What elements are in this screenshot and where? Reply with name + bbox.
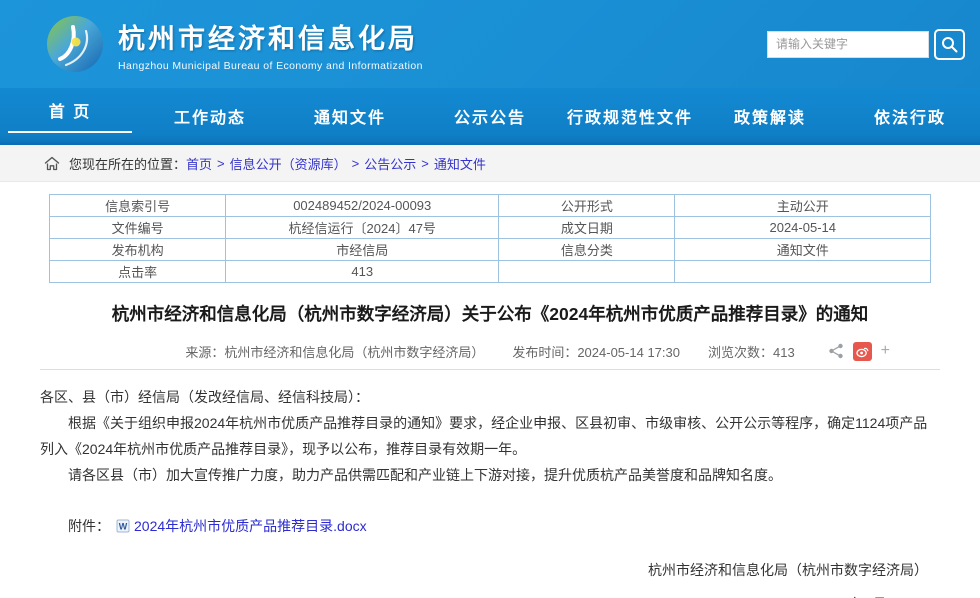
breadcrumb-prefix: 您现在所在的位置： xyxy=(69,154,186,173)
share-toolbar: + xyxy=(828,340,890,362)
info-value: 2024-05-14 xyxy=(675,217,931,239)
site-subtitle: Hangzhou Municipal Bureau of Economy and… xyxy=(118,60,423,72)
nav-item-announcements[interactable]: 公示公告 xyxy=(420,88,560,143)
table-row: 信息索引号 002489452/2024-00093 公开形式 主动公开 xyxy=(50,195,931,217)
nav-item-label: 首 页 xyxy=(49,98,91,122)
search-input[interactable] xyxy=(767,31,929,58)
table-row: 点击率 413 xyxy=(50,261,931,283)
site-title: 杭州市经济和信息化局 xyxy=(118,17,423,56)
attachment-row: 附件： W 2024年杭州市优质产品推荐目录.docx xyxy=(40,516,940,536)
info-value: 413 xyxy=(226,261,499,283)
search-icon xyxy=(941,36,958,53)
info-label: 发布机构 xyxy=(50,239,226,261)
article-page: 信息索引号 002489452/2024-00093 公开形式 主动公开 文件编… xyxy=(0,182,980,598)
signature-block: 杭州市经济和信息化局（杭州市数字经济局） 2024年5月13日 xyxy=(40,560,940,598)
nav-item-law-based-admin[interactable]: 依法行政 xyxy=(840,88,980,143)
paragraph-main: 根据《关于组织申报2024年杭州市优质产品推荐目录的通知》要求，经企业申报、区县… xyxy=(40,410,940,462)
nav-item-home[interactable]: 首 页 xyxy=(0,88,140,143)
share-icon[interactable] xyxy=(828,343,844,359)
more-share-button[interactable]: + xyxy=(881,343,890,359)
active-tab-underline xyxy=(8,131,132,133)
article-publish-time: 发布时间：2024-05-14 17:30 xyxy=(512,342,680,361)
breadcrumb-link-notices[interactable]: 通知文件 xyxy=(434,154,486,173)
article-view-count: 浏览次数：413 xyxy=(708,342,795,361)
info-label: 文件编号 xyxy=(50,217,226,239)
nav-item-label: 政策解读 xyxy=(734,104,806,128)
signature-agency: 杭州市经济和信息化局（杭州市数字经济局） xyxy=(40,560,928,580)
article-meta: 来源：杭州市经济和信息化局（杭州市数字经济局） 发布时间：2024-05-14 … xyxy=(40,340,940,362)
site-header: 杭州市经济和信息化局 Hangzhou Municipal Bureau of … xyxy=(0,0,980,88)
main-nav: 首 页 工作动态 通知文件 公示公告 行政规范性文件 政策解读 依法行政 xyxy=(0,88,980,145)
breadcrumb-separator: > xyxy=(421,156,429,171)
weibo-share-icon[interactable] xyxy=(853,342,872,361)
breadcrumb-link-announcements[interactable]: 公告公示 xyxy=(364,154,416,173)
signature-date: 2024年5月13日 xyxy=(40,594,928,598)
nav-item-notices[interactable]: 通知文件 xyxy=(280,88,420,143)
breadcrumb: 您现在所在的位置： 首页 > 信息公开（资源库） > 公告公示 > 通知文件 xyxy=(0,145,980,182)
header-search xyxy=(767,29,965,60)
nav-item-label: 工作动态 xyxy=(174,104,246,128)
attachment-link[interactable]: 2024年杭州市优质产品推荐目录.docx xyxy=(134,516,367,536)
table-row: 发布机构 市经信局 信息分类 通知文件 xyxy=(50,239,931,261)
search-button[interactable] xyxy=(934,29,965,60)
info-value: 杭经信运行〔2024〕47号 xyxy=(226,217,499,239)
info-value xyxy=(675,261,931,283)
svg-text:W: W xyxy=(119,522,128,532)
article-source: 来源：杭州市经济和信息化局（杭州市数字经济局） xyxy=(185,342,484,361)
attachment-label: 附件： xyxy=(68,516,110,536)
globe-logo-icon xyxy=(46,15,104,73)
nav-item-label: 行政规范性文件 xyxy=(567,104,693,128)
info-label: 成文日期 xyxy=(499,217,675,239)
word-document-icon: W xyxy=(116,519,130,533)
document-info-table: 信息索引号 002489452/2024-00093 公开形式 主动公开 文件编… xyxy=(49,194,931,283)
breadcrumb-separator: > xyxy=(217,156,225,171)
info-label: 信息分类 xyxy=(499,239,675,261)
paragraph-salutation: 各区、县（市）经信局（发改经信局、经信科技局）： xyxy=(40,384,940,410)
meta-divider xyxy=(40,369,940,370)
page-title: 杭州市经济和信息化局（杭州市数字经济局）关于公布《2024年杭州市优质产品推荐目… xyxy=(40,301,940,326)
home-icon[interactable] xyxy=(44,156,60,171)
info-value: 002489452/2024-00093 xyxy=(226,195,499,217)
info-label: 点击率 xyxy=(50,261,226,283)
info-label xyxy=(499,261,675,283)
site-titles: 杭州市经济和信息化局 Hangzhou Municipal Bureau of … xyxy=(118,17,423,72)
paragraph-request: 请各区县（市）加大宣传推广力度，助力产品供需匹配和产业链上下游对接，提升优质杭产… xyxy=(40,462,940,488)
nav-item-label: 通知文件 xyxy=(314,104,386,128)
breadcrumb-link-info-disclosure[interactable]: 信息公开（资源库） xyxy=(230,154,347,173)
info-value: 市经信局 xyxy=(226,239,499,261)
breadcrumb-link-home[interactable]: 首页 xyxy=(186,154,212,173)
table-row: 文件编号 杭经信运行〔2024〕47号 成文日期 2024-05-14 xyxy=(50,217,931,239)
info-value: 主动公开 xyxy=(675,195,931,217)
breadcrumb-separator: > xyxy=(352,156,360,171)
article-body: 各区、县（市）经信局（发改经信局、经信科技局）： 根据《关于组织申报2024年杭… xyxy=(40,384,940,488)
nav-item-label: 依法行政 xyxy=(874,104,946,128)
nav-item-regulatory-documents[interactable]: 行政规范性文件 xyxy=(560,88,700,143)
nav-item-policy-interpretation[interactable]: 政策解读 xyxy=(700,88,840,143)
nav-item-work-news[interactable]: 工作动态 xyxy=(140,88,280,143)
info-label: 公开形式 xyxy=(499,195,675,217)
info-value: 通知文件 xyxy=(675,239,931,261)
nav-item-label: 公示公告 xyxy=(454,104,526,128)
site-logo[interactable] xyxy=(46,15,104,73)
info-label: 信息索引号 xyxy=(50,195,226,217)
